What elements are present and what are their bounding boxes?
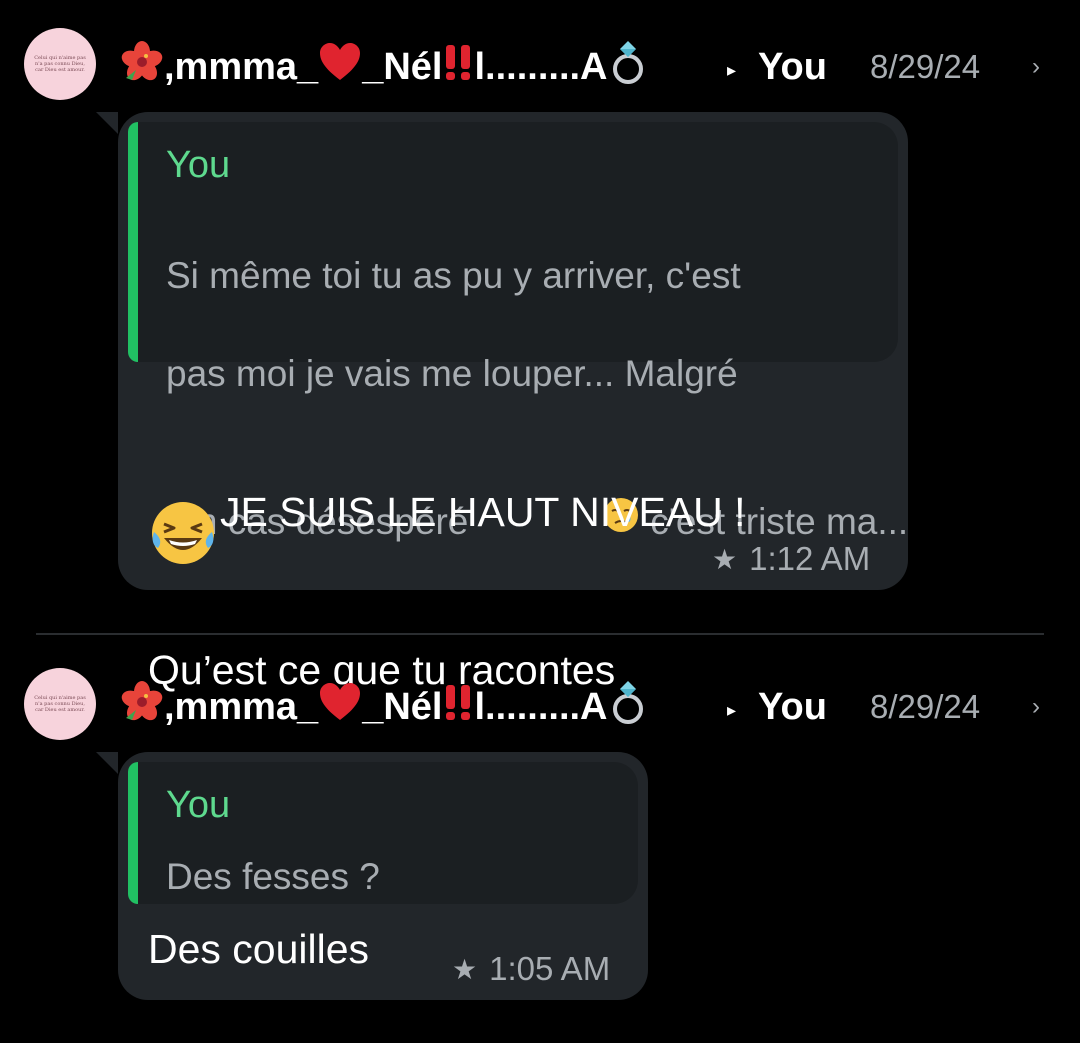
sender-name-part1: ,mmma_ — [164, 45, 319, 88]
bubble-tail — [96, 752, 118, 774]
avatar-text: Celui qui n'aime pas n'a pas connu Dieu,… — [34, 695, 86, 713]
recipient-name: You — [758, 46, 827, 88]
sender-name: ,mmma_ _Nél l.........A — [120, 39, 648, 95]
quote-text: Des fesses ? — [166, 856, 380, 897]
message-header: Celui qui n'aime pas n'a pas connu Dieu,… — [0, 640, 1080, 740]
body-line-1: JE SUIS LE HAUT NIVEAU ! — [220, 488, 746, 535]
starred-message-2[interactable]: Celui qui n'aime pas n'a pas connu Dieu,… — [0, 640, 1080, 1040]
message-meta: ★ 1:12 AM — [712, 540, 870, 578]
chevron-right-icon[interactable]: › — [1032, 42, 1040, 92]
quoted-reply[interactable]: You Si même toi tu as pu y arriver, c'es… — [128, 122, 908, 542]
message-date: 8/29/24 — [870, 688, 981, 725]
quote-line-1: Si même toi tu as pu y arriver, c'est — [166, 255, 741, 296]
message-meta: ★ 1:05 AM — [452, 950, 610, 988]
message-date: 8/29/24 — [870, 48, 981, 85]
message-time: 1:12 AM — [749, 540, 871, 577]
forward-arrow-icon: ▸ — [727, 60, 737, 80]
star-icon: ★ — [452, 953, 478, 985]
message-bubble[interactable]: You Si même toi tu as pu y arriver, c'es… — [96, 112, 908, 809]
quote-author: You — [166, 784, 231, 826]
message-body: Des couilles — [148, 926, 370, 972]
message-time: 1:05 AM — [489, 950, 611, 987]
double-exclamation-icon — [442, 682, 474, 732]
red-heart-icon — [318, 682, 362, 732]
sender-name-part2: _Nél — [362, 45, 443, 88]
starred-message-1[interactable]: Celui qui n'aime pas n'a pas connu Dieu,… — [0, 0, 1080, 809]
avatar[interactable]: Celui qui n'aime pas n'a pas connu Dieu,… — [24, 28, 96, 100]
divider — [36, 633, 1044, 635]
avatar[interactable]: Celui qui n'aime pas n'a pas connu Dieu,… — [24, 668, 96, 740]
quoted-reply[interactable]: You Des fesses ? — [128, 762, 638, 904]
red-heart-icon — [318, 42, 362, 92]
forward-arrow-icon: ▸ — [727, 700, 737, 720]
ring-icon — [608, 679, 648, 735]
sender-name-part2: _Nél — [362, 685, 443, 728]
message-bubble[interactable]: You Des fesses ? Des couilles ★ 1:05 AM — [96, 752, 648, 1000]
ring-icon — [608, 39, 648, 95]
sender-name-part1: ,mmma_ — [164, 685, 319, 728]
chevron-right-icon[interactable]: › — [1032, 682, 1040, 732]
double-exclamation-icon — [442, 42, 474, 92]
quote-author: You — [166, 144, 231, 186]
hibiscus-icon — [120, 680, 164, 734]
recipient-name: You — [758, 686, 827, 728]
laughing-tears-face-icon — [148, 440, 218, 583]
bubble-tail — [96, 112, 118, 134]
sender-name-part3: l.........A — [474, 685, 608, 728]
star-icon: ★ — [712, 543, 738, 575]
message-header: Celui qui n'aime pas n'a pas connu Dieu,… — [0, 0, 1080, 100]
hibiscus-icon — [120, 40, 164, 94]
sender-name-part3: l.........A — [474, 45, 608, 88]
avatar-text: Celui qui n'aime pas n'a pas connu Dieu,… — [34, 55, 86, 73]
sender-name: ,mmma_ _Nél l.........A — [120, 679, 648, 735]
